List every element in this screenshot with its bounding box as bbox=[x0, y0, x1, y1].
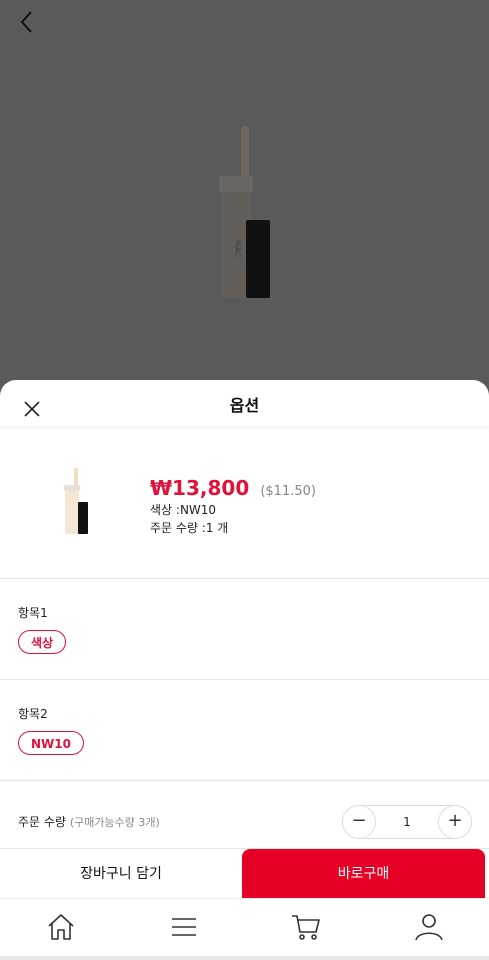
increase-button[interactable]: + bbox=[438, 805, 472, 839]
option-1-chip[interactable]: 색상 bbox=[18, 630, 67, 654]
quantity-label: 주문 수량 (구매가능수량 3개) bbox=[18, 813, 160, 830]
menu-icon bbox=[172, 918, 196, 936]
decrease-button[interactable]: − bbox=[342, 805, 376, 839]
quantity-value[interactable]: 1 bbox=[383, 815, 431, 829]
chevron-left-icon bbox=[20, 11, 32, 33]
add-to-cart-button[interactable]: 장바구니 담기 bbox=[0, 849, 242, 899]
system-navigation-bar bbox=[0, 956, 489, 960]
divider bbox=[0, 679, 489, 680]
dimmed-product-page[interactable]: MAC bbox=[0, 0, 489, 400]
option-1-label: 항목1 bbox=[18, 606, 48, 620]
home-icon bbox=[48, 914, 74, 940]
option-bottom-sheet: 옵션 ₩13,800 ($11.50) 색상 :NW10 주문 수량 :1 개 … bbox=[0, 380, 489, 960]
quantity-stepper[interactable]: − 1 + bbox=[342, 805, 472, 839]
sheet-header: 옵션 bbox=[0, 380, 489, 426]
price-row: ₩13,800 ($11.50) bbox=[150, 476, 316, 500]
divider bbox=[0, 780, 489, 781]
price-usd: ($11.50) bbox=[260, 484, 316, 499]
bottom-navigation bbox=[0, 898, 489, 960]
nav-my-page[interactable] bbox=[413, 911, 445, 943]
nav-home[interactable] bbox=[45, 911, 77, 943]
user-icon bbox=[415, 914, 443, 941]
price: ₩13,800 bbox=[150, 476, 250, 500]
buy-now-button[interactable]: 바로구매 bbox=[242, 849, 485, 899]
nav-cart[interactable] bbox=[290, 911, 322, 943]
svg-text:MAC: MAC bbox=[233, 240, 242, 258]
quantity-title: 주문 수량 bbox=[18, 815, 66, 829]
product-image: MAC bbox=[219, 126, 270, 298]
sheet-title: 옵션 bbox=[229, 396, 260, 415]
option-2-label: 항목2 bbox=[18, 707, 48, 721]
nav-menu[interactable] bbox=[168, 911, 200, 943]
selected-color: 색상 :NW10 bbox=[150, 503, 217, 517]
selected-quantity: 주문 수량 :1 개 bbox=[150, 521, 229, 535]
quantity-limit: (구매가능수량 3개) bbox=[69, 816, 160, 829]
option-2-chip[interactable]: NW10 bbox=[18, 731, 84, 755]
divider bbox=[0, 578, 489, 579]
cart-icon bbox=[292, 915, 320, 940]
back-button[interactable] bbox=[14, 8, 42, 36]
product-thumbnail bbox=[64, 468, 88, 534]
